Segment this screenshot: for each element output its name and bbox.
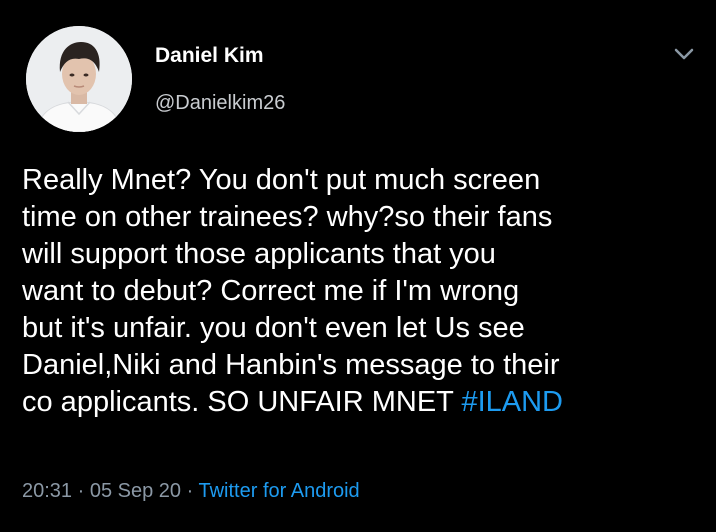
tweet-card: Daniel Kim @Danielkim26 Really Mnet? You… (0, 0, 716, 532)
hashtag-link[interactable]: #ILAND (461, 386, 563, 418)
avatar[interactable] (26, 26, 132, 132)
tweet-text-line: will support those applicants that you (22, 238, 496, 270)
author-display-name[interactable]: Daniel Kim (155, 44, 264, 68)
tweet-date[interactable]: 05 Sep 20 (90, 480, 181, 502)
tweet-text-line: Daniel,Niki and Hanbin's message to thei… (22, 349, 560, 381)
meta-separator: · (186, 480, 194, 502)
chevron-down-icon[interactable] (670, 42, 698, 66)
tweet-text: Really Mnet? You don't put much screen t… (22, 162, 702, 421)
tweet-text-line-last: co applicants. SO UNFAIR MNET #ILAND (22, 384, 702, 421)
tweet-time[interactable]: 20:31 (22, 480, 72, 502)
tweet-text-line: but it's unfair. you don't even let Us s… (22, 312, 525, 344)
tweet-source-link[interactable]: Twitter for Android (199, 480, 360, 502)
tweet-text-line-content: co applicants. SO UNFAIR MNET (22, 386, 462, 418)
tweet-text-line: want to debut? Correct me if I'm wrong (22, 275, 520, 307)
tweet-text-line: Really Mnet? You don't put much screen (22, 164, 541, 196)
meta-separator: · (77, 480, 85, 502)
tweet-meta: 20:31 · 05 Sep 20 · Twitter for Android (22, 480, 360, 503)
tweet-text-line: time on other trainees? why?so their fan… (22, 201, 553, 233)
author-handle[interactable]: @Danielkim26 (155, 92, 285, 115)
avatar-photo (26, 26, 132, 132)
